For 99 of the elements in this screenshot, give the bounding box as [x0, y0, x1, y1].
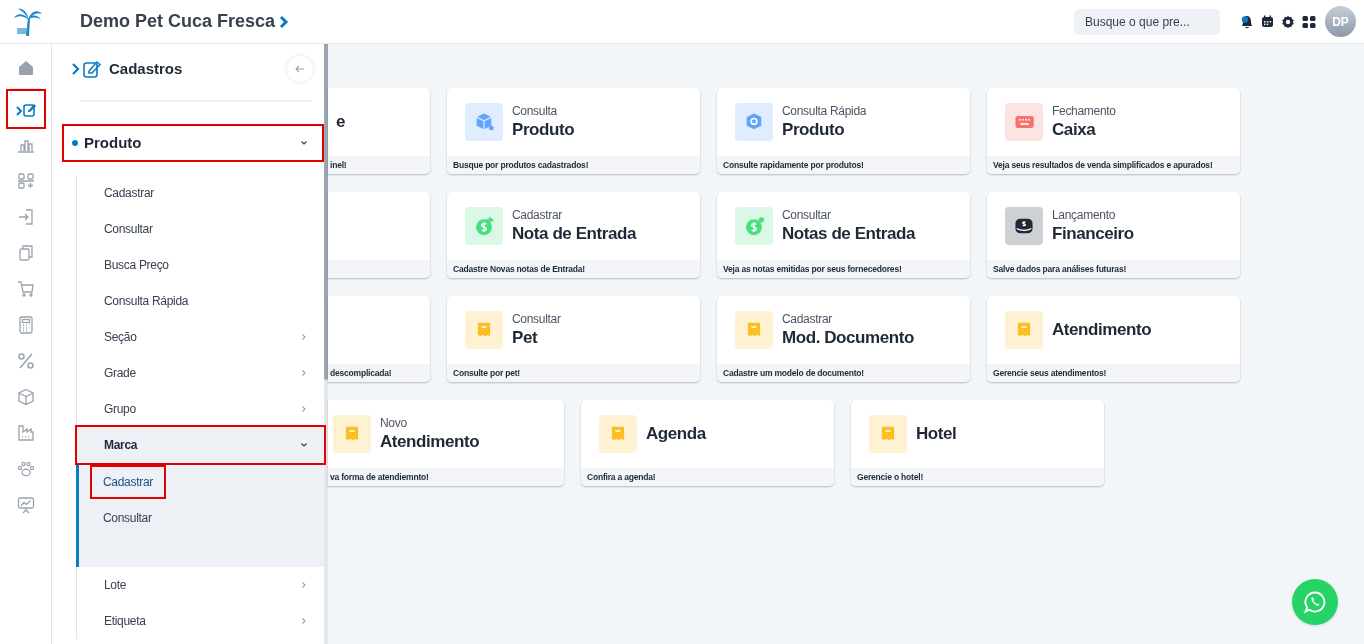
grid-icon: [1302, 14, 1316, 29]
card[interactable]: Cadastrar Mod. Documento Cadastre um modelo de documento!: [717, 296, 970, 382]
card-title: e: [336, 111, 346, 133]
edit-icon: [71, 59, 103, 79]
card-title: Caixa: [1052, 118, 1097, 141]
cube-icon: [16, 388, 35, 406]
scan-icon: [16, 172, 35, 190]
arrow-left-icon: [295, 64, 305, 74]
card[interactable]: Lançamento Financeiro Salve dados para análises futuras!: [987, 192, 1240, 278]
card-title: Produto: [782, 118, 846, 141]
card-subtitle: Novo: [380, 415, 408, 431]
chat-phone-icon: [1303, 590, 1327, 614]
home-icon: [16, 59, 35, 77]
copy-icon: [16, 244, 35, 262]
card-title: Pet: [512, 326, 539, 349]
card-footer-text: Veja seus resultados de venda simplificados e apurados!: [993, 158, 1213, 172]
menu-item[interactable]: Seção: [77, 319, 324, 355]
menu-section[interactable]: Produto: [64, 126, 322, 160]
card-subtitle: Consulta: [512, 103, 558, 119]
card-title: Nota de Entrada: [512, 222, 636, 245]
chevron-right-icon: [300, 581, 308, 589]
menu-item[interactable]: Consultar: [77, 211, 324, 247]
card-footer-text: Veja as notas emitidas por seus fornecedores!: [723, 262, 902, 276]
card-title: Financeiro: [1052, 222, 1134, 245]
card-footer-text: va forma de atendiemnto!: [330, 470, 429, 484]
scrollbar[interactable]: [324, 44, 328, 644]
chevron-right-icon: [300, 369, 308, 377]
card[interactable]: descomplicada!: [328, 296, 430, 382]
back-button[interactable]: [287, 56, 313, 82]
card-footer-text: Gerencie seus atendimentos!: [993, 366, 1107, 380]
presentation-icon: [16, 496, 35, 514]
card-title: Hotel: [916, 423, 957, 445]
card-subtitle: Lançamento: [1052, 207, 1117, 223]
chevron-right-icon: [300, 617, 308, 625]
chevron-right-icon: [279, 14, 290, 29]
chevron-down-icon: [300, 139, 308, 147]
menu-item[interactable]: Cadastrar: [77, 175, 324, 211]
whatsapp-button[interactable]: [1292, 579, 1338, 625]
card-subtitle: Consultar: [782, 207, 832, 223]
card-subtitle: Fechamento: [1052, 103, 1116, 119]
nav-button[interactable]: [7, 91, 44, 127]
card[interactable]: Atendimento Gerencie seus atendimentos!: [987, 296, 1240, 382]
menu-item[interactable]: Marca: [77, 427, 324, 463]
card-title: Agenda: [646, 423, 706, 445]
search-field[interactable]: Busque o que pre...: [1074, 8, 1220, 35]
card-title: Mod. Documento: [782, 326, 914, 349]
card[interactable]: e inel!: [328, 88, 430, 174]
card-footer-text: descomplicada!: [330, 366, 392, 380]
menu-item[interactable]: Etiqueta: [77, 603, 324, 639]
card-footer-text: Confira a agenda!: [587, 470, 656, 484]
card[interactable]: Cadastrar Nota de Entrada Cadastre Novas notas de Entrada!: [447, 192, 700, 278]
menu-item[interactable]: Consulta Rápida: [77, 283, 324, 319]
card-footer-text: inel!: [330, 158, 347, 172]
submenu-item[interactable]: Consultar: [92, 503, 163, 533]
percent-icon: [16, 352, 35, 370]
card-footer-text: Cadastre Novas notas de Entrada!: [453, 262, 585, 276]
card-subtitle: Cadastrar: [782, 311, 833, 327]
card-title: Atendimento: [1052, 319, 1152, 341]
card-footer-text: Busque por produtos cadastrados!: [453, 158, 589, 172]
calendar-icon: [1261, 15, 1274, 28]
coin-icon: [743, 215, 765, 237]
card-footer-text: Consulte rapidamente por produtos!: [723, 158, 864, 172]
menu-item[interactable]: Grupo: [77, 391, 324, 427]
card-footer-text: Consulte por pet!: [453, 366, 520, 380]
card[interactable]: Hotel Gerencie o hotel!: [851, 400, 1104, 486]
card-footer-text: Cadastre um modelo de documento!: [723, 366, 864, 380]
factory-icon: [16, 424, 35, 442]
card[interactable]: Consulta Produto Busque por produtos cadastrados!: [447, 88, 700, 174]
card-subtitle: Consultar: [512, 311, 561, 327]
card-subtitle: Cadastrar: [512, 207, 563, 223]
card[interactable]: Novo Atendimento va forma de atendiemnto!: [328, 400, 564, 486]
card-title: Atendimento: [380, 430, 480, 453]
chevron-right-icon: [300, 405, 308, 413]
card-footer-text: Salve dados para análises futuras!: [993, 262, 1127, 276]
menu-item[interactable]: Busca Preço: [77, 247, 324, 283]
card[interactable]: [328, 192, 430, 278]
paw-icon: [16, 460, 35, 478]
menu-item[interactable]: Lote: [77, 567, 324, 603]
card-title: Produto: [512, 118, 575, 141]
card[interactable]: Consultar Notas de Entrada Veja as notas emitidas por seus fornecedores!: [717, 192, 970, 278]
company-title: Demo Pet Cuca Fresca: [80, 10, 276, 33]
chevron-right-icon: [300, 333, 308, 341]
card[interactable]: Fechamento Caixa Veja seus resultados de venda simplificados e apurados!: [987, 88, 1240, 174]
cart-icon: [16, 280, 35, 298]
card-title: Notas de Entrada: [782, 222, 915, 245]
card[interactable]: Consultar Pet Consulte por pet!: [447, 296, 700, 382]
card-subtitle: Consulta Rápida: [782, 103, 867, 119]
login-icon: [16, 208, 35, 226]
cube-icon: [473, 111, 495, 133]
coin-icon: [473, 215, 495, 237]
card[interactable]: Consulta Rápida Produto Consulte rapidamente por produtos!: [717, 88, 970, 174]
chevron-down-icon: [300, 441, 308, 449]
card-footer-text: Gerencie o hotel!: [857, 470, 924, 484]
settings-icon: [1281, 14, 1295, 29]
card[interactable]: Agenda Confira a agenda!: [581, 400, 834, 486]
calculator-icon: [16, 316, 35, 334]
menu-item[interactable]: Grade: [77, 355, 324, 391]
panel-title: Cadastros: [109, 58, 183, 79]
submenu-item[interactable]: Cadastrar: [92, 467, 164, 497]
